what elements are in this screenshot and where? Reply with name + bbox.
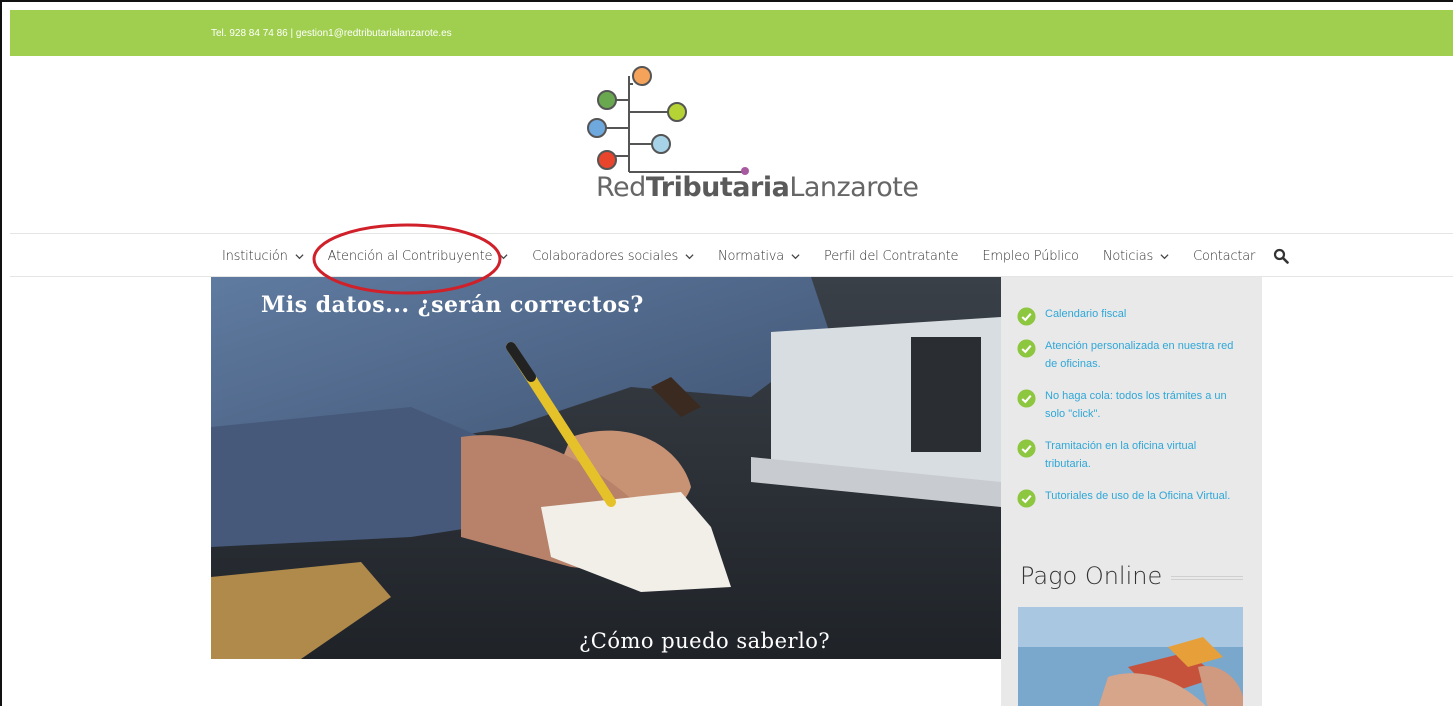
feature-list: Calendario fiscal Atención personalizada… [1017,305,1237,519]
nav-item-perfil-contratante[interactable]: Perfil del Contratante [824,249,959,264]
pago-online-heading: Pago Online [1020,562,1163,590]
hero-subtitle: ¿Cómo puedo saberlo? [579,629,831,653]
check-circle-icon [1017,439,1036,458]
chevron-down-icon [295,253,304,259]
chevron-down-icon [1160,253,1169,259]
sidebar-link-atencion[interactable]: Atención personalizada en nuestra red de… [1017,337,1237,373]
nav-item-contactar[interactable]: Contactar [1193,249,1255,264]
sidebar-link-calendario[interactable]: Calendario fiscal [1017,305,1237,326]
chevron-down-icon [685,253,694,259]
chevron-down-icon [499,253,508,259]
hero-title: Mis datos... ¿serán correctos? [261,292,644,318]
heading-divider [1171,576,1243,580]
hero-photo-writing [211,277,1001,659]
nav-item-noticias[interactable]: Noticias [1103,249,1169,264]
pago-online-image[interactable] [1018,607,1243,706]
site-header: RedTributariaLanzarote [10,56,1453,232]
nav-item-atencion-contribuyente[interactable]: Atención al Contribuyente [328,249,509,264]
main-navigation: Institución Atención al Contribuyente Co… [10,233,1453,277]
check-circle-icon [1017,489,1036,508]
check-circle-icon [1017,307,1036,326]
sidebar-link-tutoriales[interactable]: Tutoriales de uso de la Oficina Virtual. [1017,487,1237,508]
contact-info[interactable]: Tel. 928 84 74 86 | gestion1@redtributar… [211,28,452,39]
top-contact-bar: Tel. 928 84 74 86 | gestion1@redtributar… [10,10,1453,56]
sidebar: Calendario fiscal Atención personalizada… [1001,277,1262,706]
site-logo[interactable]: RedTributariaLanzarote [583,62,919,222]
chevron-down-icon [791,253,800,259]
sidebar-link-tramitacion[interactable]: Tramitación en la oficina virtual tribut… [1017,437,1237,473]
check-circle-icon [1017,339,1036,358]
hero-banner[interactable]: Mis datos... ¿serán correctos? ¿Cómo pue… [211,277,1001,659]
nav-item-institucion[interactable]: Institución [222,249,304,264]
sidebar-link-no-haga-cola[interactable]: No haga cola: todos los trámites a un so… [1017,387,1237,423]
logo-wordmark: RedTributariaLanzarote [596,172,919,203]
nav-item-colaboradores-sociales[interactable]: Colaboradores sociales [532,249,694,264]
nav-item-normativa[interactable]: Normativa [718,249,800,264]
search-icon[interactable] [1273,248,1290,264]
payment-card-photo [1018,607,1243,706]
browser-frame: Tel. 928 84 74 86 | gestion1@redtributar… [0,0,1453,706]
check-circle-icon [1017,389,1036,408]
nav-item-empleo-publico[interactable]: Empleo Público [982,249,1079,264]
